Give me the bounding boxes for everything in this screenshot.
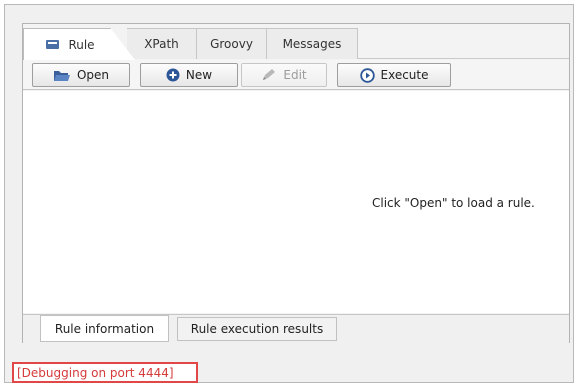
folder-icon [53, 69, 71, 82]
bottom-tab-bar: Rule information Rule execution results [23, 314, 569, 344]
open-button[interactable]: Open [32, 63, 130, 87]
app-window: Rule XPath Groovy Messages Open New Edit… [4, 4, 574, 383]
tab-rule-information[interactable]: Rule information [40, 315, 169, 342]
tab-groovy-label: Groovy [210, 37, 253, 51]
tab-groovy[interactable]: Groovy [196, 28, 267, 59]
tab-rule-execution-results-label: Rule execution results [190, 322, 324, 336]
play-circle-icon [359, 67, 375, 83]
plus-circle-icon [166, 68, 180, 82]
empty-hint: Click "Open" to load a rule. [372, 196, 535, 210]
tab-messages-label: Messages [282, 37, 342, 51]
open-label: Open [76, 68, 110, 82]
new-button[interactable]: New [140, 63, 238, 87]
toolbar: Open New Edit Execute [23, 60, 569, 90]
rule-panel: Rule XPath Groovy Messages Open New Edit… [22, 23, 570, 344]
pencil-icon [261, 68, 277, 82]
rule-icon [46, 40, 60, 49]
tab-rule-information-label: Rule information [54, 321, 155, 336]
tab-rule-execution-results[interactable]: Rule execution results [177, 317, 337, 341]
status-text: [Debugging on port 4444] [17, 365, 174, 380]
tab-rule-label: Rule [68, 37, 95, 52]
execute-label: Execute [380, 68, 429, 82]
edit-label: Edit [283, 68, 307, 82]
status-bar-debug-port: [Debugging on port 4444] [12, 362, 198, 383]
edit-button[interactable]: Edit [241, 63, 327, 87]
tab-xpath-label: XPath [144, 37, 179, 51]
new-label: New [185, 68, 213, 82]
rule-content-area: Click "Open" to load a rule. [23, 91, 569, 313]
execute-button[interactable]: Execute [337, 63, 451, 87]
tab-rule[interactable]: Rule [23, 28, 135, 60]
tab-messages[interactable]: Messages [266, 28, 358, 59]
tab-xpath[interactable]: XPath [127, 28, 197, 59]
tab-bar: Rule XPath Groovy Messages [23, 24, 569, 60]
